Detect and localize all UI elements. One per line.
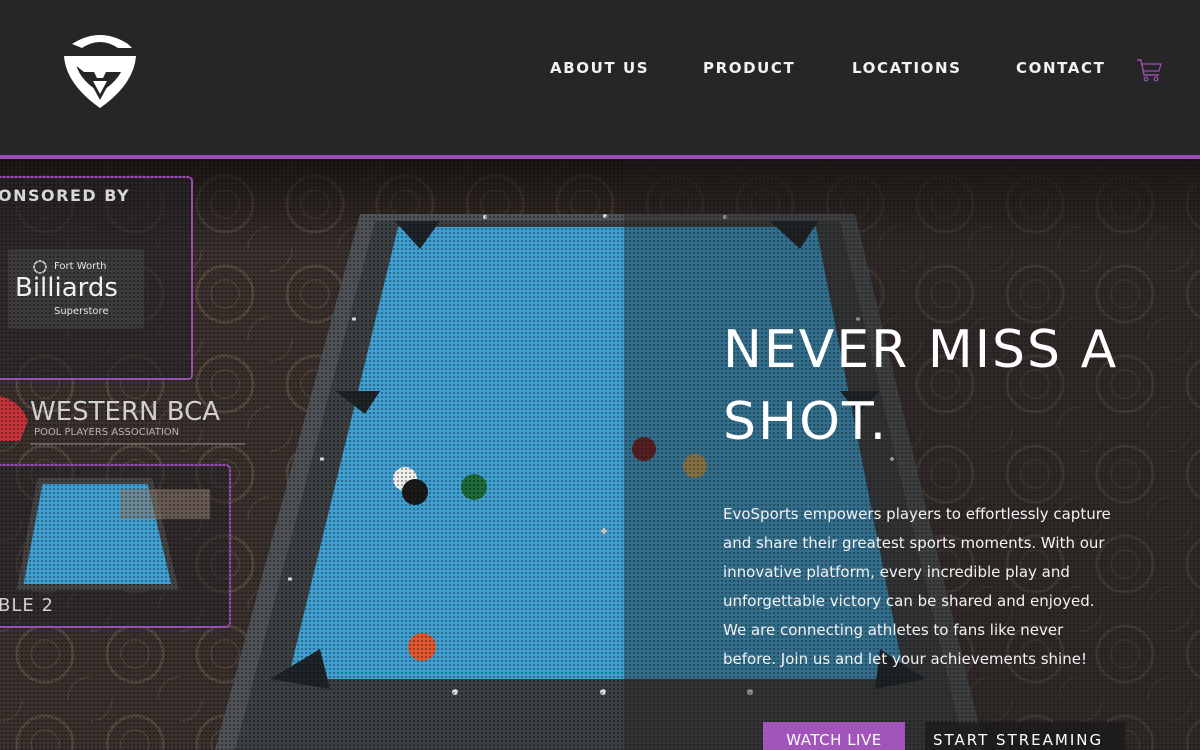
- sponsor-western-bca-sub: POOL PLAYERS ASSOCIATION: [34, 427, 180, 438]
- main-nav: ABOUT US PRODUCT LOCATIONS CONTACT: [0, 59, 1200, 79]
- table-number-label: BLE 2: [0, 595, 54, 616]
- hero-title-line1: NEVER MISS A: [723, 320, 1119, 380]
- nav-locations[interactable]: LOCATIONS: [852, 59, 962, 77]
- hero-section: ONSORED BY Fort Worth Billiards Supersto…: [0, 159, 1200, 750]
- watch-live-button[interactable]: WATCH LIVE: [763, 722, 905, 750]
- hero-title: NEVER MISS A SHOT.: [723, 314, 1143, 458]
- nav-contact[interactable]: CONTACT: [1016, 59, 1105, 77]
- site-header: ABOUT US PRODUCT LOCATIONS CONTACT: [0, 0, 1200, 155]
- nav-product[interactable]: PRODUCT: [703, 59, 795, 77]
- sponsored-by-label: ONSORED BY: [0, 186, 131, 205]
- sponsor-fort-worth-line3: Superstore: [54, 306, 109, 317]
- hero-copy: NEVER MISS A SHOT. EvoSports empowers pl…: [723, 314, 1143, 674]
- hero-description: EvoSports empowers players to effortless…: [723, 505, 1111, 668]
- sponsor-fort-worth-line1: Fort Worth: [54, 261, 107, 272]
- hero-title-line2: SHOT.: [723, 392, 889, 452]
- sponsor-western-bca: WESTERN BCA: [30, 397, 221, 427]
- cart-icon[interactable]: [1135, 56, 1163, 84]
- nav-about-us[interactable]: ABOUT US: [550, 59, 649, 77]
- sponsor-fort-worth-line2: Billiards: [15, 273, 118, 303]
- start-streaming-button[interactable]: START STREAMING: [925, 722, 1125, 750]
